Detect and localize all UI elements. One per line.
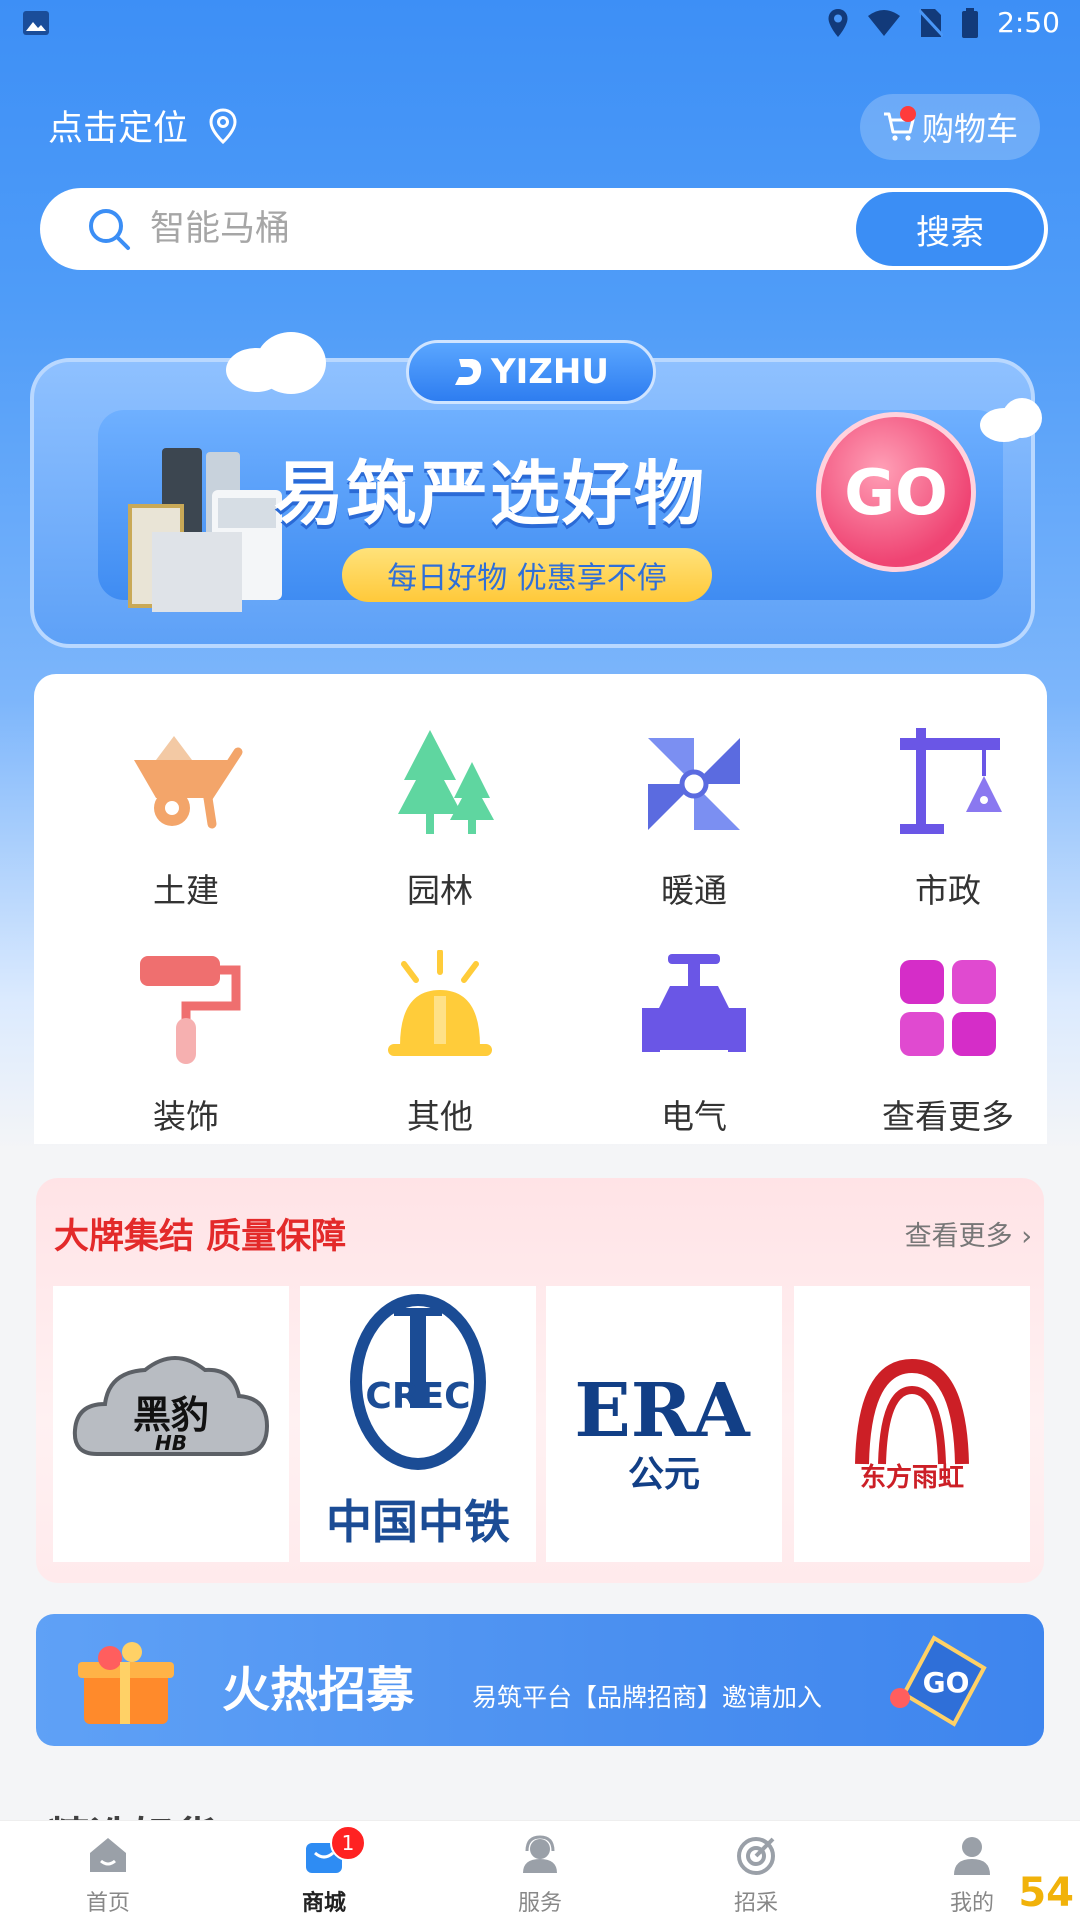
tab-label: 商城 <box>301 1891 346 1916</box>
recruit-go-label: GO <box>923 1666 970 1699</box>
tab-mall[interactable]: 1 商城 <box>216 1821 432 1920</box>
megaphone-go-icon: GO <box>890 1635 987 1727</box>
grid-icon <box>900 960 996 1056</box>
brand-sub: HB <box>155 1431 187 1455</box>
cart-label: 购物车 <box>921 110 1018 148</box>
target-icon <box>737 1837 775 1875</box>
search-button[interactable]: 搜索 <box>856 192 1044 266</box>
banner-headline: 易筑严选好物 <box>274 453 706 535</box>
battery-icon <box>962 7 979 38</box>
banner-subline: 每日好物 优惠享不停 <box>342 548 712 602</box>
recruit-title: 火热招募 <box>222 1662 415 1718</box>
status-bar: 2:50 <box>0 0 1080 50</box>
category-item-more[interactable]: 查看更多 <box>838 920 1058 1136</box>
yizhu-logo-icon <box>455 359 482 385</box>
gallery-notification-icon <box>23 11 49 35</box>
category-item-zhuangshi[interactable]: 装饰 <box>76 920 296 1136</box>
era-logo-icon: ERA 公元 <box>574 1368 751 1495</box>
cloud-decoration <box>256 332 326 394</box>
category-grid: 土建 园林 暖通 市政 装饰 其他 电气 查看更多 <box>34 674 1047 1144</box>
app-screen: 2:50 点击定位 购物车 搜索 YIZHU <box>0 0 1080 1920</box>
category-label: 市政 <box>915 871 981 910</box>
cart-button[interactable]: 购物车 <box>860 94 1040 160</box>
brand-name: 东方雨虹 <box>860 1462 964 1493</box>
heibao-logo-icon: 黑豹 HB <box>72 1356 270 1456</box>
category-label: 查看更多 <box>882 1097 1014 1136</box>
trees-icon <box>398 730 494 834</box>
gift-box-icon <box>78 1642 174 1724</box>
no-sim-icon <box>919 8 944 37</box>
yizhu-brand-text: YIZHU <box>491 352 609 392</box>
user-icon <box>954 1837 990 1875</box>
valve-icon <box>642 954 746 1052</box>
brands-more-link[interactable]: 查看更多 › <box>905 1214 1032 1253</box>
category-item-qita[interactable]: 其他 <box>330 920 550 1136</box>
tab-label: 服务 <box>517 1891 562 1916</box>
category-item-shizheng[interactable]: 市政 <box>838 694 1058 910</box>
location-pin-icon <box>209 107 237 144</box>
recruit-banner[interactable]: 火热招募 易筑平台【品牌招商】邀请加入 GO <box>36 1614 1044 1746</box>
category-item-yuanlin[interactable]: 园林 <box>330 694 550 910</box>
tab-home[interactable]: 首页 <box>0 1821 216 1920</box>
location-picker[interactable]: 点击定位 <box>48 100 238 151</box>
paint-roller-icon <box>140 956 241 1064</box>
cart-notification-dot <box>900 106 916 122</box>
crec-logo-icon: CREC 中国中铁 <box>326 1294 510 1549</box>
tab-service[interactable]: 服务 <box>432 1821 648 1920</box>
category-label: 电气 <box>661 1097 727 1136</box>
service-headset-icon <box>523 1835 557 1873</box>
chevron-right-icon: › <box>1021 1221 1032 1252</box>
site-watermark: 54 <box>1018 1870 1074 1916</box>
category-item-tujian[interactable]: 土建 <box>76 694 296 910</box>
category-item-dianqi[interactable]: 电气 <box>584 920 804 1136</box>
search-bar: 搜索 <box>40 188 1048 270</box>
status-time: 2:50 <box>997 6 1060 39</box>
brand-card-crec[interactable]: CREC 中国中铁 <box>300 1286 536 1562</box>
brands-panel: 大牌集结 质量保障 查看更多 › 黑豹 HB CREC 中国中铁 ERA 公元 … <box>36 1178 1044 1583</box>
brand-card-yuhong[interactable]: 东方雨虹 <box>794 1286 1030 1562</box>
home-icon <box>90 1838 126 1872</box>
tab-procurement[interactable]: 招采 <box>648 1821 864 1920</box>
tab-label: 首页 <box>85 1891 130 1916</box>
tab-label: 招采 <box>733 1891 778 1916</box>
fan-icon <box>648 738 740 830</box>
helmet-icon <box>388 950 492 1056</box>
wheelbarrow-icon <box>134 736 243 829</box>
brands-title: 大牌集结 质量保障 <box>54 1217 347 1257</box>
brand-sub: 公元 <box>628 1454 700 1495</box>
category-item-nuantong[interactable]: 暖通 <box>584 694 804 910</box>
location-status-icon <box>828 8 848 37</box>
category-label: 园林 <box>407 871 473 910</box>
tab-badge: 1 <box>330 1825 366 1861</box>
wifi-icon <box>868 9 901 36</box>
category-label: 装饰 <box>153 1097 219 1136</box>
brand-logo-text: CREC <box>365 1376 470 1417</box>
category-label: 其他 <box>407 1097 473 1136</box>
banner-go-button[interactable]: GO <box>816 412 976 572</box>
brand-card-heibao[interactable]: 黑豹 HB <box>53 1286 289 1562</box>
brand-card-era[interactable]: ERA 公元 <box>546 1286 782 1562</box>
cloud-decoration <box>1002 398 1042 438</box>
search-icon <box>89 209 130 250</box>
category-label: 土建 <box>153 871 219 910</box>
brand-name: ERA <box>574 1368 751 1454</box>
location-label: 点击定位 <box>48 109 189 149</box>
search-input[interactable] <box>150 209 750 249</box>
bottom-tab-bar: 首页 1 商城 服务 招采 我的 <box>0 1820 1080 1920</box>
promo-banner[interactable]: YIZHU 易筑严选好物 每日好物 优惠享不停 GO <box>30 330 1042 650</box>
brands-more-label: 查看更多 <box>904 1221 1013 1252</box>
appliances-illustration <box>128 448 282 612</box>
category-label: 暖通 <box>661 871 727 910</box>
yuhong-logo-icon: 东方雨虹 <box>855 1358 969 1493</box>
crane-icon <box>900 728 1002 834</box>
brand-name: 中国中铁 <box>326 1495 510 1549</box>
yizhu-brand-badge: YIZHU <box>406 340 656 404</box>
recruit-subtitle: 易筑平台【品牌招商】邀请加入 <box>472 1683 823 1712</box>
